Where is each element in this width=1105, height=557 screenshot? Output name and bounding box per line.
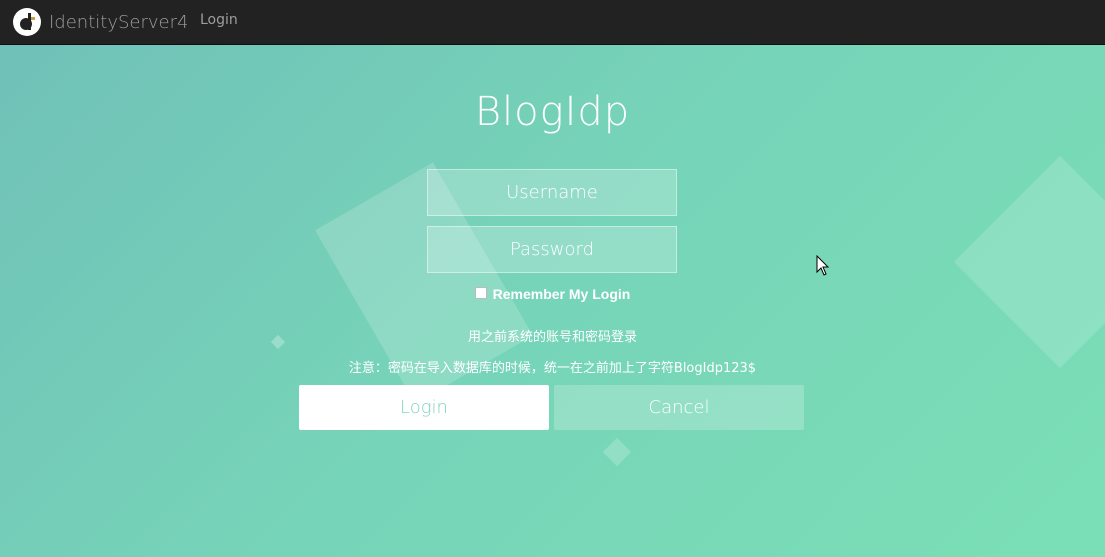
nav-login-link[interactable]: Login [200, 12, 238, 28]
page-title: BlogIdp [474, 89, 631, 135]
brand-name: IdentityServer4 [49, 11, 189, 33]
password-note: 注意：密码在导入数据库的时候，统一在之前加上了字符BlogIdp123$ [348, 361, 757, 376]
decorative-shape [602, 437, 632, 467]
login-button[interactable]: Login [299, 385, 549, 430]
cancel-button[interactable]: Cancel [554, 385, 804, 430]
top-navbar: IdentityServer4 Login [0, 0, 1105, 45]
identityserver-logo-icon [13, 8, 41, 36]
password-input[interactable] [427, 226, 677, 273]
login-hint: 用之前系统的账号和密码登录 [467, 330, 637, 345]
remember-label: Remember My Login [492, 286, 631, 302]
checkbox-icon[interactable] [474, 287, 487, 299]
login-stage: BlogIdp Remember My Login 用之前系统的账号和密码登录 … [0, 45, 1105, 557]
username-input[interactable] [427, 169, 677, 216]
mouse-pointer-icon [816, 255, 830, 276]
brand-link[interactable]: IdentityServer4 [13, 6, 188, 38]
remember-login-control[interactable]: Remember My Login [0, 286, 1105, 302]
